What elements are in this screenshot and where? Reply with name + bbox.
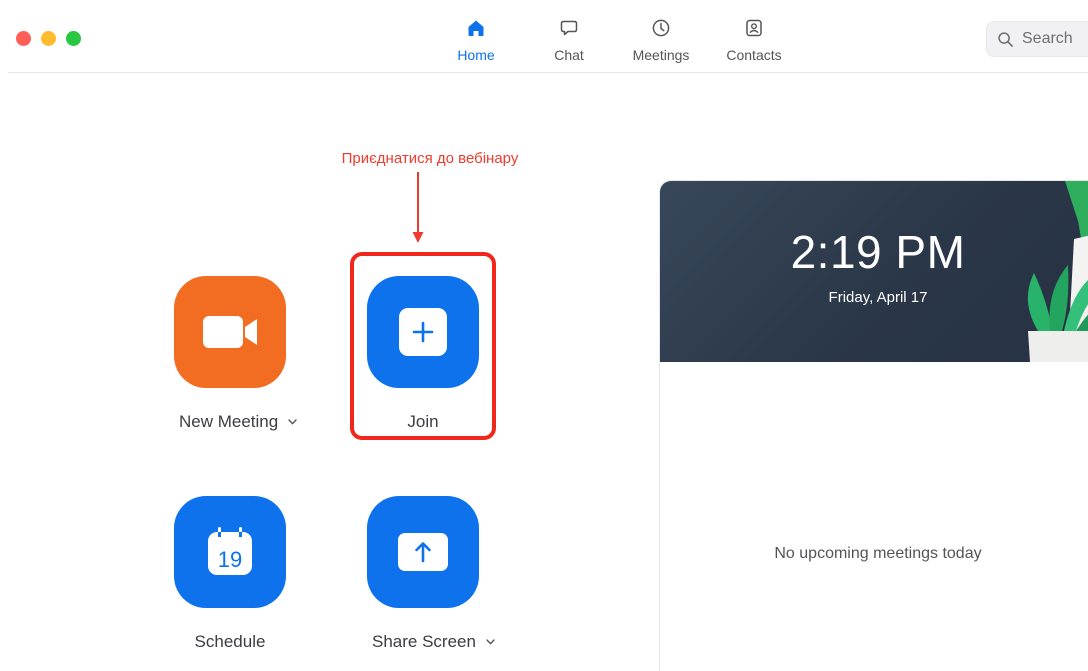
tab-chat-label: Chat [554,47,584,63]
tab-meetings[interactable]: Meetings [626,18,696,64]
titlebar-divider [8,72,1088,73]
no-meetings-message: No upcoming meetings today [774,545,982,562]
search-icon [998,31,1013,47]
chevron-down-icon[interactable] [288,419,297,425]
share-screen-button[interactable] [367,496,479,608]
contacts-icon [746,19,762,37]
calendar-icon: 19 [208,527,252,575]
minimize-window-button[interactable] [41,31,56,46]
new-meeting-label[interactable]: New Meeting [179,411,297,433]
clock-icon [652,19,670,37]
close-window-button[interactable] [16,31,31,46]
join-label[interactable]: Join [367,411,479,433]
schedule-button[interactable]: 19 [174,496,286,608]
chat-icon [560,20,578,36]
search-input[interactable] [1022,30,1088,48]
zoom-window-button[interactable] [66,31,81,46]
annotation-label: Приєднатися до вебінару [341,150,519,167]
new-meeting-label-text: New Meeting [179,412,279,431]
plant-illustration-icon [1027,181,1088,362]
video-camera-icon [203,316,257,348]
tab-chat[interactable]: Chat [545,18,593,64]
plus-icon [399,308,447,356]
annotation-arrow-icon [412,172,424,243]
tab-home-label: Home [457,47,495,63]
tab-contacts-label: Contacts [726,47,782,63]
upcoming-meetings-panel: 2:19 PM Friday, April 17 No upcoming mee… [659,180,1088,671]
chevron-down-icon[interactable] [486,639,495,645]
home-icon [468,20,484,36]
share-screen-label-text: Share Screen [372,632,476,651]
share-screen-label[interactable]: Share Screen [372,631,495,653]
calendar-day-number: 19 [218,547,242,572]
join-button[interactable] [367,276,479,388]
upload-arrow-icon [398,533,448,571]
tab-contacts[interactable]: Contacts [720,18,788,64]
schedule-label[interactable]: Schedule [174,631,286,653]
new-meeting-button[interactable] [174,276,286,388]
title-bar: Home Chat Meetings Contacts [0,0,1088,73]
zoom-app-window: Home Chat Meetings Contacts Search Приєд… [0,0,1088,671]
tab-meetings-label: Meetings [632,47,690,63]
tab-home[interactable]: Home [452,18,500,64]
search-box[interactable] [986,21,1088,57]
clock-header: 2:19 PM Friday, April 17 [660,181,1088,362]
